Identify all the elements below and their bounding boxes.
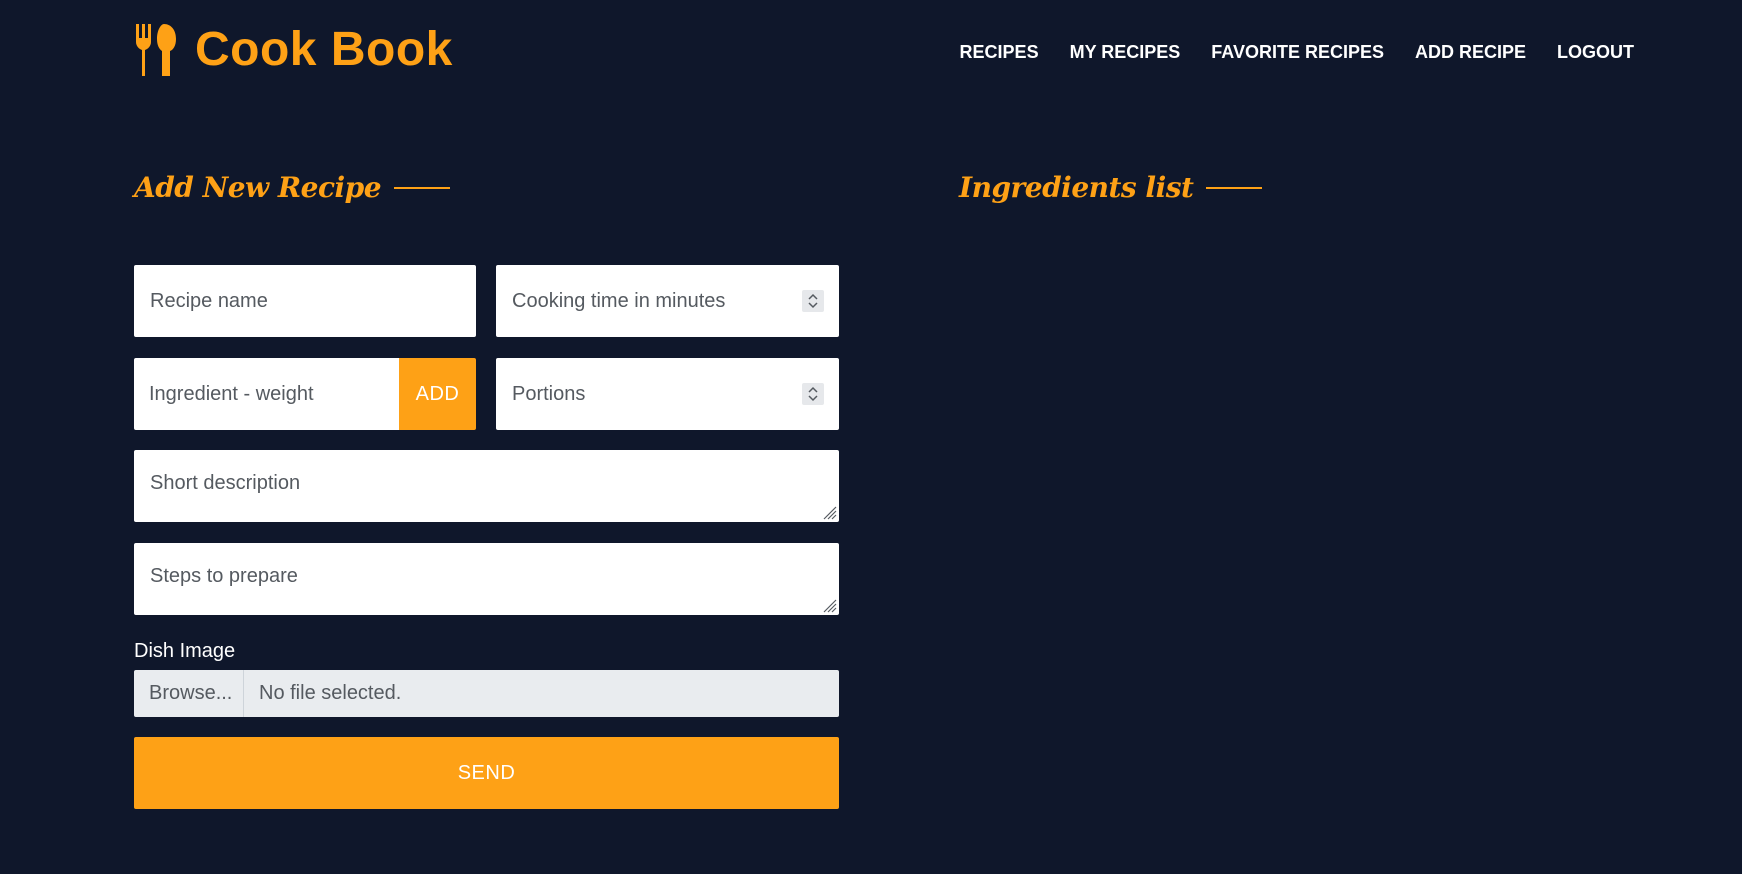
recipe-name-wrapper (134, 265, 476, 337)
dish-image-label: Dish Image (134, 640, 236, 662)
ingredients-title: Ingredients list (959, 171, 1194, 204)
cooking-time-input[interactable] (496, 265, 839, 337)
steps-textarea[interactable] (134, 543, 839, 615)
portions-input[interactable] (496, 358, 839, 430)
browse-button[interactable]: Browse... (134, 670, 244, 717)
heading-rule (394, 187, 451, 189)
nav-item-my-recipes[interactable]: My Recipes (1070, 40, 1181, 64)
file-status-text: No file selected. (259, 682, 402, 704)
send-button[interactable]: SEND (134, 737, 839, 809)
number-spinner-icon[interactable] (802, 290, 824, 312)
resize-handle-icon[interactable] (821, 597, 837, 613)
number-spinner-icon[interactable] (802, 383, 824, 405)
short-description-textarea[interactable] (134, 450, 839, 522)
brand-logo[interactable]: Cook Book (134, 24, 453, 76)
dish-image-file-input[interactable]: Browse... No file selected. (134, 670, 839, 717)
ingredient-wrapper (134, 358, 399, 430)
cooking-time-wrapper (496, 265, 839, 337)
ingredients-heading: Ingredients list (959, 168, 1263, 208)
add-ingredient-button[interactable]: ADD (399, 358, 476, 430)
steps-wrapper (134, 543, 839, 615)
heading-rule (1206, 187, 1263, 189)
nav-item-favorite-recipes[interactable]: Favorite Recipes (1211, 40, 1384, 64)
ingredient-input[interactable] (134, 358, 399, 430)
description-wrapper (134, 450, 839, 522)
resize-handle-icon[interactable] (821, 504, 837, 520)
portions-wrapper (496, 358, 839, 430)
add-recipe-title: Add New Recipe (134, 171, 382, 204)
navbar: Cook Book Recipes My Recipes Favorite Re… (0, 0, 1742, 106)
ingredients-list (959, 240, 1559, 280)
utensils-icon (136, 24, 176, 76)
nav-item-add-recipe[interactable]: Add Recipe (1415, 40, 1526, 64)
nav-item-recipes[interactable]: Recipes (960, 40, 1039, 64)
main-nav: Recipes My Recipes Favorite Recipes Add … (960, 40, 1634, 64)
recipe-name-input[interactable] (134, 265, 476, 337)
brand-name: Cook Book (195, 23, 453, 76)
add-recipe-heading: Add New Recipe (134, 168, 451, 208)
nav-item-logout[interactable]: Logout (1557, 40, 1634, 64)
